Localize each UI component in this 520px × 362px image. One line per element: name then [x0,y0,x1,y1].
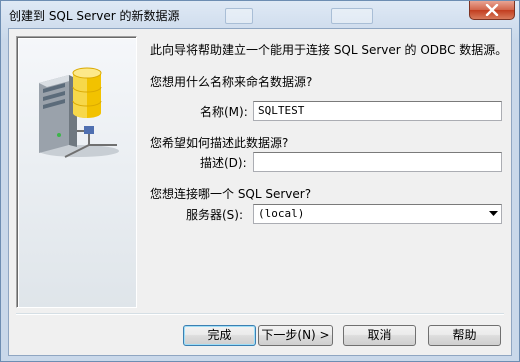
title-bar-background-element [225,8,253,24]
name-question: 您想用什么名称来命名数据源? [150,75,313,89]
server-question: 您想连接哪一个 SQL Server? [150,187,312,201]
title-bar-background-element [331,8,373,24]
name-field[interactable]: SQLTEST [253,101,502,121]
name-label: 名称(M): [200,105,248,119]
button-divider [16,313,504,315]
next-button[interactable]: 下一步(N) > [258,325,333,346]
description-field[interactable] [253,152,502,172]
server-combobox[interactable]: (local) [253,204,502,224]
server-combobox-value: (local) [258,207,305,220]
close-button[interactable] [469,1,515,20]
illustration-panel [16,36,137,308]
window-title: 创建到 SQL Server 的新数据源 [9,9,180,23]
chevron-down-icon[interactable] [489,211,498,217]
help-button[interactable]: 帮助 [428,325,501,346]
description-question: 您希望如何描述此数据源? [150,136,289,150]
database-server-icon [39,67,119,158]
cancel-button[interactable]: 取消 [343,325,416,346]
dialog-window: 创建到 SQL Server 的新数据源 此向导将帮助建立一个能用于连接 SQL… [0,0,520,362]
intro-text: 此向导将帮助建立一个能用于连接 SQL Server 的 ODBC 数据源。 [150,43,508,57]
server-label: 服务器(S): [186,208,244,222]
finish-button[interactable]: 完成 [183,325,256,346]
close-icon [485,4,499,16]
description-label: 描述(D): [200,156,247,170]
dialog-content: 此向导将帮助建立一个能用于连接 SQL Server 的 ODBC 数据源。 您… [8,28,512,356]
title-bar[interactable]: 创建到 SQL Server 的新数据源 [1,1,519,28]
